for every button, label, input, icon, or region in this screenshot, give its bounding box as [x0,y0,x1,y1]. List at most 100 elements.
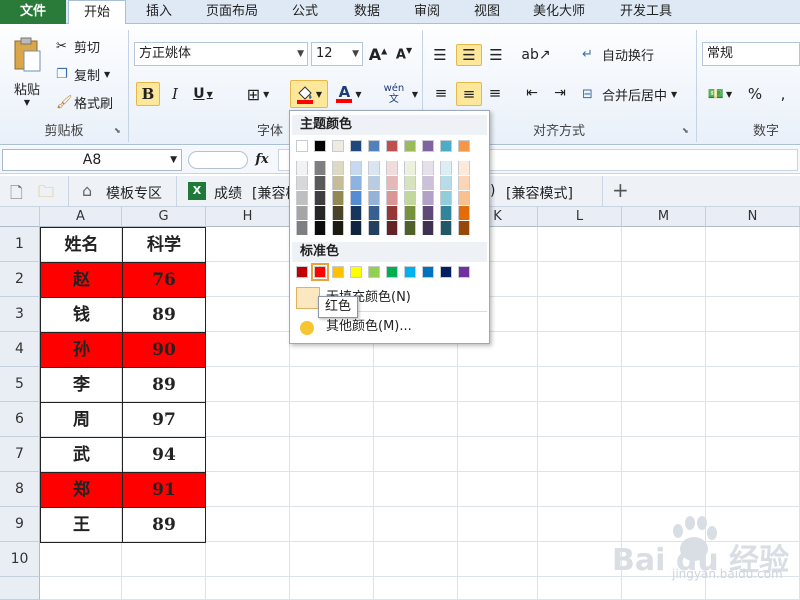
grid-cell[interactable] [458,577,538,600]
theme-shade-swatch[interactable] [296,176,308,190]
column-header[interactable]: G [122,207,206,227]
theme-shade-swatch[interactable] [332,161,344,175]
grid-cell[interactable] [458,437,538,472]
doc-tab-file-name[interactable]: 成绩 [214,183,242,203]
theme-shade-swatch[interactable] [296,221,308,235]
column-header[interactable]: N [706,207,800,227]
select-all-corner[interactable] [0,207,40,227]
grid-cell[interactable] [206,402,290,437]
table-cell-score[interactable]: 94 [122,437,206,473]
theme-color-swatch[interactable] [422,140,434,152]
table-header-score[interactable]: 科学 [122,227,206,263]
font-name-combo[interactable]: 方正姚体 ▼ [134,42,308,66]
align-bottom-button[interactable]: ☰ [484,44,508,66]
more-colors-option[interactable]: 其他颜色(M)... [292,315,487,339]
align-center-button[interactable]: ≡ [456,82,482,106]
table-cell-name[interactable]: 赵 [40,262,123,298]
grid-cell[interactable] [206,577,290,600]
standard-color-swatch[interactable] [404,266,416,278]
italic-button[interactable]: I [164,82,186,106]
grid-cell[interactable] [374,402,458,437]
fill-color-button[interactable]: ▼ [290,80,328,108]
launcher-icon[interactable]: ⬊ [114,126,121,135]
row-header[interactable]: 1 [0,227,40,262]
phonetic-button[interactable]: wén 文 ▼ [378,80,418,108]
theme-shade-swatch[interactable] [332,206,344,220]
grow-font-button[interactable]: A▲ [368,42,388,66]
align-top-button[interactable]: ☰ [428,44,452,66]
grid-cell[interactable] [538,507,622,542]
borders-button[interactable]: ⊞ ▼ [240,82,276,106]
wrap-text-button[interactable]: ↵ 自动换行 [582,42,668,66]
grid-cell[interactable] [206,367,290,402]
row-header[interactable]: 4 [0,332,40,367]
column-header[interactable]: L [538,207,622,227]
add-tab-button[interactable]: + [612,178,629,202]
theme-shade-swatch[interactable] [350,221,362,235]
standard-color-swatch[interactable] [311,263,329,281]
theme-shade-swatch[interactable] [440,206,452,220]
grid-cell[interactable] [374,367,458,402]
theme-shade-swatch[interactable] [386,206,398,220]
row-header[interactable]: 3 [0,297,40,332]
table-cell-name[interactable]: 钱 [40,297,123,333]
paste-button[interactable]: 粘贴 ▼ [6,32,48,112]
grid-cell[interactable] [206,262,290,297]
currency-button[interactable]: 💵 ▼ [702,82,738,106]
theme-color-swatch[interactable] [314,140,326,152]
theme-shade-swatch[interactable] [368,206,380,220]
theme-shade-swatch[interactable] [368,176,380,190]
tab-view[interactable]: 视图 [458,0,516,24]
theme-color-swatch[interactable] [458,140,470,152]
theme-shade-swatch[interactable] [404,191,416,205]
theme-color-swatch[interactable] [440,140,452,152]
folder-icon[interactable]: 🗀 [38,181,54,208]
theme-shade-swatch[interactable] [404,161,416,175]
tab-home[interactable]: 开始 [68,0,126,25]
theme-shade-swatch[interactable] [422,206,434,220]
theme-shade-swatch[interactable] [458,161,470,175]
theme-shade-swatch[interactable] [368,191,380,205]
grid-cell[interactable] [706,472,800,507]
theme-shade-swatch[interactable] [422,221,434,235]
grid-cell[interactable] [290,542,374,577]
grid-cell[interactable] [206,437,290,472]
grid-cell[interactable] [706,402,800,437]
grid-cell[interactable] [538,437,622,472]
grid-cell[interactable] [538,367,622,402]
grid-cell[interactable] [538,297,622,332]
grid-cell[interactable] [706,367,800,402]
tab-review[interactable]: 审阅 [398,0,456,24]
grid-cell[interactable] [538,402,622,437]
theme-shade-swatch[interactable] [332,191,344,205]
tab-data[interactable]: 数据 [338,0,396,24]
grid-cell[interactable] [538,472,622,507]
theme-shade-swatch[interactable] [350,161,362,175]
theme-shade-swatch[interactable] [350,191,362,205]
theme-color-swatch[interactable] [386,140,398,152]
shrink-font-button[interactable]: A▼ [394,42,414,66]
grid-cell[interactable] [622,262,706,297]
grid-cell[interactable] [622,297,706,332]
tab-file[interactable]: 文件 [0,0,66,24]
table-cell-name[interactable]: 王 [40,507,123,543]
theme-shade-swatch[interactable] [458,221,470,235]
theme-shade-swatch[interactable] [386,176,398,190]
grid-cell[interactable] [374,577,458,600]
number-format-combo[interactable]: 常规 [702,42,800,66]
table-cell-score[interactable]: 91 [122,472,206,508]
row-header[interactable]: 8 [0,472,40,507]
format-painter-button[interactable]: 🖌 格式刷 [56,92,122,112]
theme-shade-swatch[interactable] [386,161,398,175]
theme-shade-swatch[interactable] [314,206,326,220]
table-cell-name[interactable]: 李 [40,367,123,403]
table-cell-name[interactable]: 郑 [40,472,123,508]
theme-shade-swatch[interactable] [386,221,398,235]
grid-cell[interactable] [538,262,622,297]
launcher-icon[interactable]: ⬊ [682,126,689,135]
theme-shade-swatch[interactable] [422,161,434,175]
grid-cell[interactable] [290,367,374,402]
grid-cell[interactable] [622,367,706,402]
template-tab[interactable]: 模板专区 [106,183,162,203]
grid-cell[interactable] [290,507,374,542]
